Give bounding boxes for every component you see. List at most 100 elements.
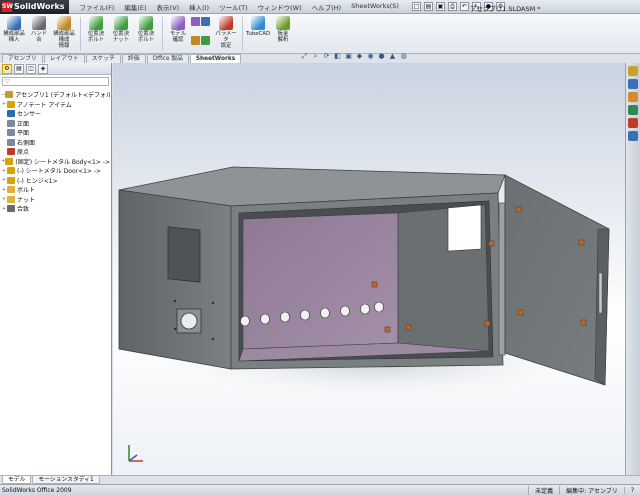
undo-icon[interactable]: ↶ (459, 2, 469, 11)
small-tool-icon[interactable] (191, 35, 200, 45)
bottom-tab-0[interactable]: モデル (2, 476, 32, 484)
ribbon-button-label: 位置決 ナット (112, 31, 130, 43)
bolt-icon (89, 16, 103, 30)
zoom-fit-icon[interactable]: ⤢ (300, 52, 309, 61)
door-handle[interactable] (598, 272, 603, 314)
menu-item[interactable]: 挿入(I) (184, 2, 214, 12)
resources-icon[interactable] (628, 66, 638, 76)
tree-node[interactable]: センサー (1, 109, 110, 119)
tab-1[interactable]: レイアウト (43, 54, 85, 63)
ribbon-button[interactable]: 位置決 ナット (109, 14, 133, 53)
view-orientation-icon[interactable]: ▣ (344, 52, 353, 61)
small-tool-icon[interactable] (191, 17, 200, 26)
tree-node[interactable]: + ナット (1, 195, 110, 205)
search-icon[interactable] (628, 105, 638, 115)
tree-node[interactable]: + アノテート アイテム (1, 100, 110, 110)
custom-properties-icon[interactable] (628, 131, 638, 141)
new-file-icon[interactable]: □ (411, 2, 421, 11)
plane-icon (7, 119, 15, 127)
nut-icon (114, 16, 128, 30)
section-icon[interactable]: ◧ (333, 52, 342, 61)
side-cutout-window[interactable] (167, 226, 201, 283)
save-icon[interactable]: ▣ (435, 2, 445, 11)
side-round-port[interactable] (180, 312, 198, 330)
print-icon[interactable]: ⎙ (447, 2, 457, 11)
menu-item[interactable]: 編集(E) (119, 2, 151, 12)
tree-node[interactable]: + (固定) シートメタル Body<1> -> (1, 157, 110, 167)
bottom-tab-1[interactable]: モーションスタディ1 (32, 476, 100, 484)
tree-filter-input[interactable]: ▽ (2, 77, 109, 86)
zoom-area-icon[interactable]: ⌕ (311, 52, 320, 61)
edit-mode: 編集中: アセンブリ (559, 485, 624, 495)
graphics-area[interactable] (113, 63, 625, 475)
ribbon-button[interactable]: TubeCAD (246, 14, 270, 53)
appearances-icon[interactable] (628, 118, 638, 128)
door-hinge[interactable] (498, 202, 506, 356)
tree-node[interactable]: + (-) シートメタル Door<1> -> (1, 166, 110, 176)
solidworks-logo[interactable]: SW SolidWorks (0, 0, 69, 14)
menu-item[interactable]: ツール(T) (214, 2, 253, 12)
feature-manager-panel: ⚙ ▤ ◫ ◈ ▽ − アセンブリ1 (デフォルト<デフォルト_表示 +アノテー… (0, 63, 112, 475)
version-text: SolidWorks Office 2009 (2, 486, 72, 494)
insert-component-icon (7, 16, 21, 30)
enclosure-door[interactable] (504, 174, 610, 386)
tab-2[interactable]: スケッチ (85, 54, 121, 63)
hide-show-icon[interactable]: ◉ (366, 52, 375, 61)
tree-root[interactable]: − アセンブリ1 (デフォルト<デフォルト_表示 (1, 90, 110, 100)
small-tool-icon[interactable] (201, 17, 210, 26)
menu-item[interactable]: ファイル(F) (75, 2, 120, 12)
display-style-icon[interactable]: ◆ (355, 52, 364, 61)
tree-node[interactable]: + 合致 (1, 204, 110, 214)
tab-5[interactable]: SheetWorks (189, 54, 242, 63)
feature-manager-tab-icon[interactable]: ⚙ (2, 64, 12, 74)
photo-icon[interactable]: ◍ (399, 52, 408, 61)
scene-icon[interactable]: ▲ (388, 52, 397, 61)
tree-node[interactable]: + ボルト (1, 185, 110, 195)
tree-node[interactable]: 平面 (1, 128, 110, 138)
assembly-icon (5, 91, 14, 99)
small-tool-icon[interactable] (201, 35, 210, 45)
file-explorer-icon[interactable] (628, 92, 638, 102)
ribbon-button[interactable]: 位置決 ボルト (134, 14, 158, 53)
tree-node[interactable]: 右側面 (1, 138, 110, 148)
ribbon-button-label: TubeCAD (245, 31, 271, 37)
tab-3[interactable]: 評価 (121, 54, 146, 63)
task-pane (625, 63, 640, 475)
component-pattern-icon (57, 16, 71, 30)
tree-node[interactable]: + (-) ヒンジ<1> (1, 176, 110, 186)
annotation-icon (7, 100, 15, 108)
menu-item[interactable]: 表示(V) (152, 2, 185, 12)
ribbon-button[interactable]: 構成部品 挿入 (2, 14, 26, 53)
appearance-icon[interactable]: ● (377, 52, 386, 61)
rotate-icon[interactable]: ⟳ (322, 52, 331, 61)
design-library-icon[interactable] (628, 79, 638, 89)
ribbon-button[interactable]: 板金 解析 (271, 14, 295, 53)
menu-item[interactable]: SheetWorks(S) (346, 2, 404, 12)
menu-item[interactable]: ウィンドウ(W) (253, 2, 307, 12)
status-bar: SolidWorks Office 2009 未定義 編集中: アセンブリ ? (0, 484, 640, 495)
tree-node-label: (-) シートメタル Door<1> -> (17, 168, 102, 176)
ribbon-button[interactable]: パラメータ 設定 (214, 14, 238, 53)
dimxpert-tab-icon[interactable]: ◈ (38, 64, 48, 74)
tree-node[interactable]: 原点 (1, 147, 110, 157)
help-icon[interactable]: ? (623, 486, 640, 494)
tab-0[interactable]: アセンブリ (2, 54, 43, 63)
title-bar: SW SolidWorks ファイル(F) 編集(E) 表示(V) 挿入(I) ツール(… (0, 0, 640, 14)
tree-node[interactable]: 正面 (1, 119, 110, 129)
ribbon-button[interactable]: ハンド合 (27, 14, 51, 53)
ribbon-button[interactable]: 構成部品 構成 情報 (52, 14, 76, 53)
ribbon-button[interactable]: 位置決 ボルト (84, 14, 108, 53)
tree-node-label: 正面 (17, 120, 30, 128)
feature-tree: − アセンブリ1 (デフォルト<デフォルト_表示 +アノテート アイテムセンサー… (0, 88, 111, 216)
enclosure-model[interactable] (113, 63, 625, 475)
property-manager-tab-icon[interactable]: ▤ (14, 64, 24, 74)
open-file-icon[interactable]: ▤ (423, 2, 433, 11)
interior-back-wall[interactable] (242, 212, 399, 350)
tree-node-label: (-) ヒンジ<1> (17, 177, 58, 185)
menu-item[interactable]: ヘルプ(H) (307, 2, 346, 12)
ribbon-button[interactable]: モデル 確認 (166, 14, 190, 53)
tree-node-label: 平面 (17, 130, 30, 138)
ribbon-separator (162, 17, 163, 51)
tab-4[interactable]: Office 製品 (146, 54, 189, 63)
configuration-manager-tab-icon[interactable]: ◫ (26, 64, 36, 74)
